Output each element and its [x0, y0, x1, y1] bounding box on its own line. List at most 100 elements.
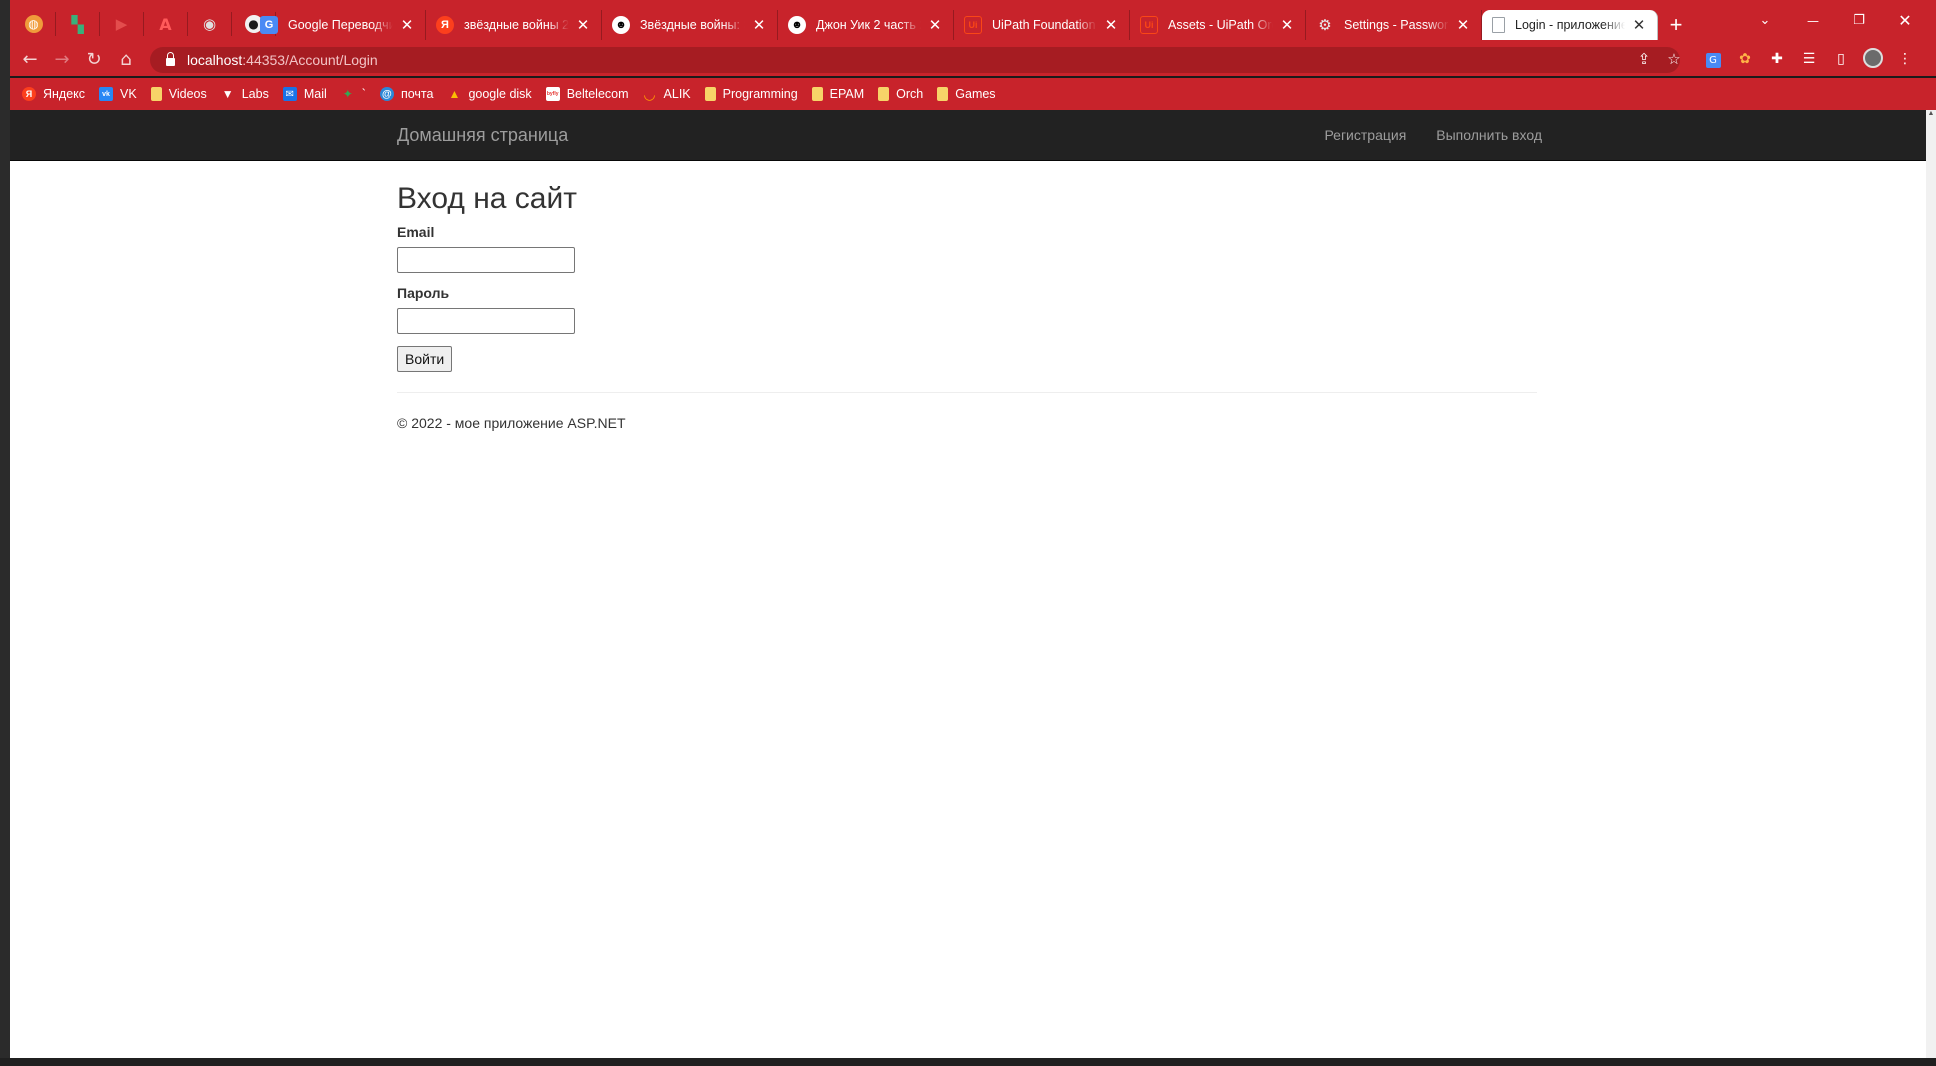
footer-text: © 2022 - мое приложение ASP.NET	[397, 415, 626, 431]
close-icon[interactable]: ✕	[751, 16, 767, 34]
kinopoisk-icon: ☻	[788, 16, 806, 34]
reading-list-button[interactable]: ☰	[1798, 48, 1820, 70]
bookmark-alik[interactable]: ◡ ALIK	[643, 86, 691, 102]
page-scrollbar[interactable]: ▲	[1926, 110, 1936, 1058]
tab-settings-passwords[interactable]: ⚙ Settings - Passwords ✕	[1306, 10, 1482, 40]
folder-icon	[811, 87, 823, 101]
restore-button[interactable]: ❐	[1836, 6, 1882, 36]
folder-icon	[878, 87, 890, 101]
pinned-tab-5[interactable]: ◉	[188, 12, 232, 36]
globe-icon: ◉	[202, 15, 217, 33]
new-tab-button[interactable]: +	[1664, 14, 1688, 38]
os-taskbar	[0, 1058, 1936, 1066]
bookmark-labs[interactable]: ▼ Labs	[221, 87, 269, 101]
bookmark-orch[interactable]: Orch	[878, 87, 923, 101]
address-bar[interactable]: localhost:44353/Account/Login	[150, 47, 1680, 73]
page-icon	[1492, 17, 1505, 33]
uipath-icon: Ui	[1140, 16, 1158, 34]
pinned-tab-2[interactable]: ▚	[56, 12, 100, 36]
bookmark-backtick[interactable]: ✦ `	[341, 87, 366, 101]
uipath-icon: Ui	[964, 16, 982, 34]
page-viewport: Домашняя страница Регистрация Выполнить …	[10, 110, 1926, 1058]
close-window-button[interactable]: ✕	[1882, 6, 1928, 36]
tab-uipath-assets[interactable]: Ui Assets - UiPath Orche ✕	[1130, 10, 1306, 40]
share-icon: ⇪	[1637, 50, 1651, 68]
mail-at-icon: @	[379, 87, 394, 101]
login-form: Email Пароль Войти	[397, 222, 1537, 372]
pinned-tab-1[interactable]: ◍	[12, 12, 56, 36]
extension-button-2[interactable]: ✿	[1734, 48, 1756, 70]
pinned-tab-4[interactable]: A	[144, 12, 188, 36]
forward-button[interactable]: →	[50, 48, 74, 72]
bookmark-epam[interactable]: EPAM	[811, 87, 864, 101]
close-icon[interactable]: ✕	[1455, 16, 1471, 34]
register-link[interactable]: Регистрация	[1324, 127, 1406, 143]
close-icon[interactable]: ✕	[1631, 16, 1647, 34]
vk-icon: vk	[99, 87, 114, 101]
password-label: Пароль	[397, 285, 450, 301]
bookmark-mail[interactable]: ✉ Mail	[282, 87, 327, 101]
bookmark-pochta[interactable]: @ почта	[379, 87, 433, 101]
email-field[interactable]	[397, 247, 575, 273]
tab-uipath-foundation[interactable]: Ui UiPath Foundation Tr ✕	[954, 10, 1130, 40]
folder-icon	[937, 87, 949, 101]
share-button[interactable]: ⇪	[1632, 47, 1656, 71]
close-icon[interactable]: ✕	[927, 16, 943, 34]
star-icon: ☆	[1667, 50, 1681, 68]
translate-extension-button[interactable]: G	[1702, 48, 1724, 70]
bookmark-label: Яндекс	[43, 87, 86, 101]
minimize-button[interactable]: —	[1790, 6, 1836, 36]
tab-search-button[interactable]: ⌄	[1742, 6, 1788, 36]
colorful-icon: ✦	[342, 87, 353, 101]
tab-yandex-search[interactable]: Я звёздные войны 2 – ✕	[426, 10, 602, 40]
google-translate-icon: G	[260, 16, 278, 34]
map-icon: ▚	[71, 14, 84, 34]
profile-button[interactable]	[1862, 48, 1884, 70]
lock-icon	[166, 52, 175, 66]
close-icon[interactable]: ✕	[575, 16, 591, 34]
tab-star-wars[interactable]: ☻ Звёздные войны: Эп ✕	[602, 10, 778, 40]
home-button[interactable]: ⌂	[114, 48, 138, 72]
tab-john-wick[interactable]: ☻ Джон Уик 2 часть 20 ✕	[778, 10, 954, 40]
tab-title: Джон Уик 2 часть 20	[816, 18, 921, 32]
close-icon[interactable]: ✕	[1279, 16, 1295, 34]
bookmark-beltelecom[interactable]: byfly Beltelecom	[545, 87, 629, 101]
home-icon: ⌂	[120, 49, 132, 70]
side-panel-button[interactable]: ▯	[1830, 48, 1852, 70]
bookmark-label: ALIK	[663, 87, 691, 101]
extensions-button[interactable]: ✚	[1766, 48, 1788, 70]
login-link[interactable]: Выполнить вход	[1436, 127, 1542, 143]
close-icon[interactable]: ✕	[399, 16, 415, 34]
reload-button[interactable]: ↻	[82, 48, 106, 72]
site-brand-link[interactable]: Домашняя страница	[397, 125, 568, 146]
bookmark-yandex[interactable]: Я Яндекс	[22, 87, 85, 101]
extension-2-icon: ✿	[1739, 51, 1751, 67]
reload-icon: ↻	[86, 49, 102, 70]
translate-ext-icon: G	[1705, 53, 1721, 68]
yandex-icon: Я	[22, 87, 36, 101]
back-button[interactable]: ←	[18, 48, 42, 72]
password-field[interactable]	[397, 308, 575, 334]
scroll-up-icon[interactable]: ▲	[1926, 110, 1936, 122]
window-left-edge	[0, 0, 10, 1066]
bookmark-games[interactable]: Games	[937, 87, 996, 101]
bookmark-programming[interactable]: Programming	[704, 87, 798, 101]
browser-menu-button[interactable]: ⋮	[1894, 48, 1916, 70]
bookmark-label: Beltelecom	[566, 87, 629, 101]
bookmark-vk[interactable]: vk VK	[99, 87, 137, 101]
yandex-icon: Я	[436, 16, 454, 34]
tab-login[interactable]: Login - приложение ✕	[1482, 10, 1658, 40]
close-icon[interactable]: ✕	[1103, 16, 1119, 34]
tab-google-translate[interactable]: G Google Переводчик ✕	[250, 10, 426, 40]
restore-icon: ❐	[1853, 13, 1865, 28]
bookmark-star-button[interactable]: ☆	[1662, 47, 1686, 71]
forward-arrow-icon: →	[54, 49, 70, 70]
bookmark-videos[interactable]: Videos	[150, 87, 207, 101]
youtube-icon: ▶	[115, 15, 128, 33]
profile-avatar	[1863, 48, 1883, 68]
login-submit-button[interactable]: Войти	[397, 346, 453, 372]
bookmark-label: Labs	[241, 87, 269, 101]
gear-icon: ⚙	[1318, 17, 1332, 34]
pinned-tab-3[interactable]: ▶	[100, 12, 144, 36]
bookmark-google-disk[interactable]: ▲ google disk	[447, 87, 531, 101]
